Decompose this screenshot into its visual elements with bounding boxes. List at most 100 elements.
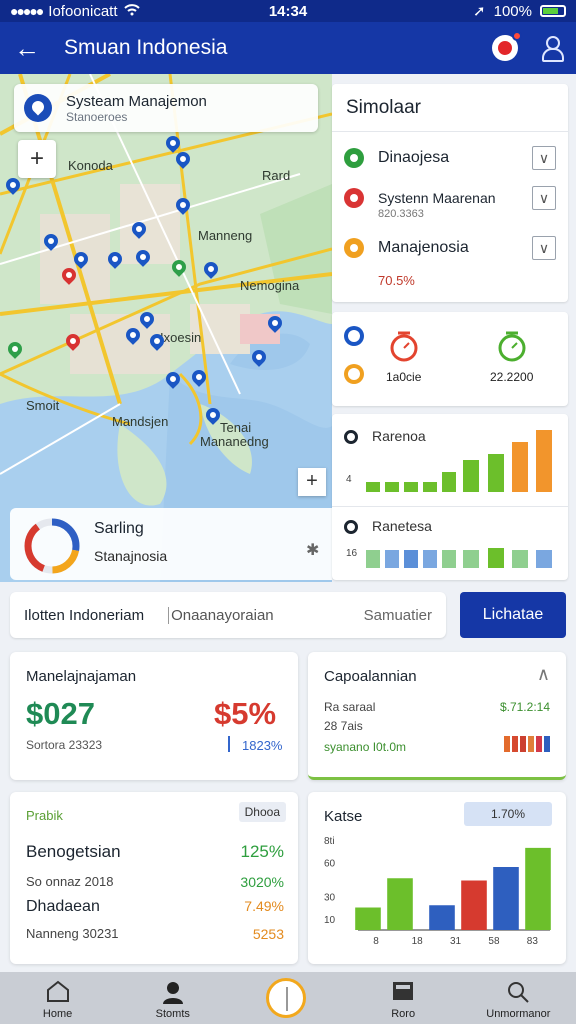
search-submit-button[interactable]: Lichatae (460, 592, 566, 638)
dropdown-chevron-icon[interactable]: ∨ (532, 236, 556, 260)
simulation-row-label: Manajenosia (378, 239, 469, 256)
deposit-line-1: Ra saraal (324, 700, 376, 714)
mini-bar (536, 430, 552, 492)
metrics-list-card[interactable]: Prabik Dhooa Benogetsian 125% So onnaz 2… (10, 792, 298, 964)
dropdown-chevron-icon[interactable]: ∨ (532, 186, 556, 210)
map-label-tenai: Tenai (220, 420, 252, 435)
bar-chart-card[interactable]: Katse 1.70% 8ti 60 30 10 8 18 31 58 83 (308, 792, 566, 964)
page-title: Smuan Indonesia (64, 36, 228, 59)
mini-bar (442, 472, 456, 492)
progress-card[interactable]: Sarling Stanajnosia ✱ (10, 508, 332, 580)
mini-bar (366, 482, 380, 492)
bluetooth-icon[interactable]: ✱ (306, 540, 319, 560)
list-item-value: 3020% (240, 874, 284, 890)
mini-bar (512, 550, 528, 568)
dropdown-chevron-icon[interactable]: ∨ (532, 146, 556, 170)
list-item: Nanneng 30231 5253 (26, 926, 284, 942)
gauge-left-label: 1a0cie (386, 370, 422, 384)
mini-bar (463, 550, 479, 568)
stats-card-title: Manelajnajaman (26, 668, 137, 685)
timer-green-icon (498, 331, 526, 362)
notification-icon[interactable] (492, 31, 522, 61)
simulation-panel-title: Simolaar (332, 84, 568, 132)
map-label-smoit: Smoit (26, 398, 60, 413)
nav-roro[interactable]: Roro (346, 972, 461, 1024)
mini-bar (544, 736, 550, 752)
nav-search[interactable]: Unmormanor (461, 972, 576, 1024)
chart-bar (429, 905, 455, 930)
status-circle-icon (344, 188, 364, 208)
bar-chart: 8ti 60 30 10 8 18 31 58 83 (324, 836, 551, 947)
deposit-mini-bars (504, 736, 550, 752)
chat-icon (344, 326, 364, 346)
mini-bar (463, 460, 479, 492)
mini-charts-panel: Rarenoa 4 Ranetesa 16 (332, 414, 568, 580)
search-input[interactable]: Onaanayoraian (168, 606, 274, 624)
mini-chart-bottom-title: Ranetesa (372, 518, 432, 534)
mini-chart-bottom-y: 16 (346, 548, 358, 559)
back-arrow-icon[interactable]: ← (14, 33, 50, 64)
simulation-row[interactable]: Systenn Maarenan 820.3363 ∨ (344, 186, 556, 220)
search-placeholder: Samuatier (363, 606, 432, 624)
nav-roro-label: Roro (391, 1008, 416, 1020)
simulation-row-label: Systenn Maarenan (378, 190, 496, 206)
document-icon (393, 982, 414, 1000)
y-tick-label: 8ti (324, 836, 335, 847)
mini-bar (404, 550, 418, 568)
battery-label: 100% (493, 2, 532, 20)
mini-bar (520, 736, 526, 752)
map-info-card[interactable]: Systeam Manajemon Stanoeroes (14, 84, 318, 132)
map-info-subtitle: Stanoeroes (66, 109, 128, 124)
mini-bar (366, 550, 380, 568)
search-bar[interactable]: Ilotten Indoneriam Onaanayoraian Samuati… (10, 592, 446, 638)
progress-card-title: Sarling (94, 520, 144, 537)
zoom-control-button[interactable]: + (298, 468, 326, 496)
mini-bar (423, 550, 437, 568)
gauges-panel: 1a0cie 22.2200 (332, 312, 568, 406)
chart-dot-icon (344, 520, 358, 534)
mini-bar (488, 454, 504, 492)
map-label-manneng: Manneng (198, 228, 253, 243)
simulation-row[interactable]: Manajenosia ∨ (344, 236, 556, 260)
deposit-line-2: 28 7ais (324, 719, 363, 733)
nav-search-label: Unmormanor (486, 1008, 551, 1020)
notification-badge (512, 31, 522, 41)
home-icon (46, 980, 69, 1002)
nav-stats[interactable]: Stomts (115, 972, 230, 1024)
nav-home[interactable]: Home (0, 972, 115, 1024)
chevron-up-icon[interactable]: ∧ (537, 664, 550, 685)
list-item-value: 7.49% (244, 898, 284, 914)
x-tick-label: 83 (527, 936, 539, 947)
status-bar: ●●●●● Iofoonicatt 14:34 ➚ 100% (0, 0, 576, 22)
search-icon (508, 982, 530, 1003)
map-label-rard: Rard (262, 168, 291, 183)
x-tick-label: 18 (412, 936, 424, 947)
user-icon (162, 982, 183, 1004)
mini-bar-chart-top (366, 430, 552, 492)
x-tick-label: 58 (488, 936, 500, 947)
stats-card[interactable]: Manelajnajaman $027 $5% Sortora 23323 18… (10, 652, 298, 780)
deposit-card-title: Capoalannian (324, 668, 417, 685)
deposit-card[interactable]: Capoalannian ∧ Ra saraal 28 7ais syanano… (308, 652, 566, 780)
map-view[interactable]: Systeam Manajemon Stanoeroes + Konoda Ra… (0, 74, 332, 582)
map-label-konoda: Konoda (68, 158, 113, 173)
status-circle-icon (344, 148, 364, 168)
center-action-button[interactable] (266, 978, 306, 1018)
mini-bar (528, 736, 534, 752)
mini-bar (504, 736, 510, 752)
map-label-nemogina: Nemogina (240, 278, 300, 293)
chart-bar (493, 867, 519, 930)
metrics-badge[interactable]: Dhooa (238, 802, 286, 822)
zoom-in-button[interactable]: + (18, 140, 56, 178)
chart-bar (525, 847, 551, 930)
mini-bar (536, 736, 542, 752)
deposit-right-value: $.71.2:14 (499, 700, 550, 714)
simulation-row[interactable]: Dinaojesa ∨ (344, 146, 556, 170)
mini-bar (512, 736, 518, 752)
profile-icon[interactable] (540, 36, 564, 62)
chart-bar (461, 880, 487, 930)
list-item: So onnaz 2018 3020% (26, 874, 284, 890)
y-tick-label: 10 (324, 915, 336, 926)
metrics-tag: Prabik (26, 808, 63, 823)
search-label: Ilotten Indoneriam (24, 606, 145, 624)
